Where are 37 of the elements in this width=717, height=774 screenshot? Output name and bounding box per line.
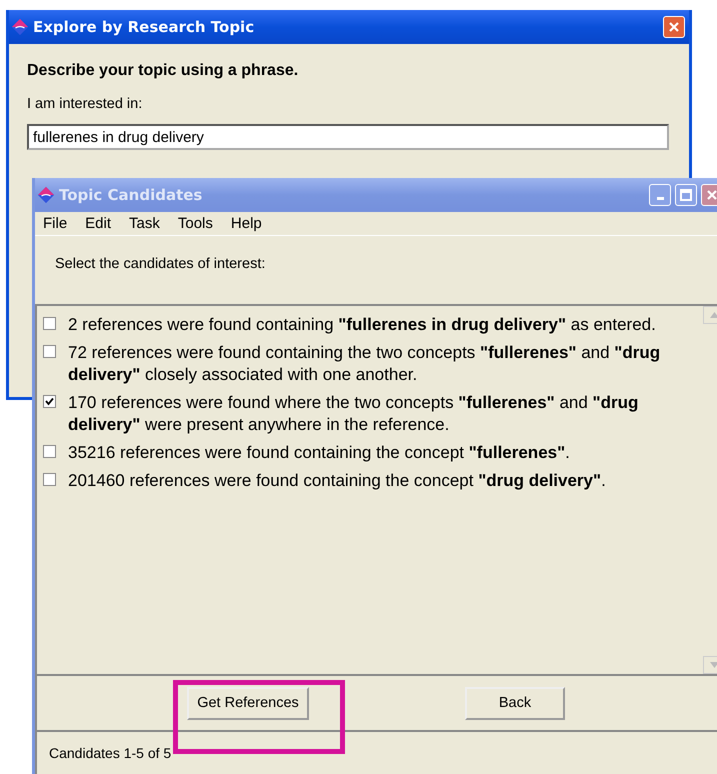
window-title: Explore by Research Topic [33,18,256,36]
menu-item[interactable]: Help [230,215,262,232]
topic-input-field[interactable]: fullerenes in drug delivery [27,124,669,150]
menu-item[interactable]: Task [129,215,160,232]
down-arrow-icon [710,662,717,668]
checkbox[interactable] [43,473,56,486]
menu-item[interactable]: Tools [178,215,213,232]
maximize-button[interactable] [675,184,697,206]
close-icon [706,189,717,201]
checkbox[interactable] [43,345,56,358]
candidate-text: 170 references were found where the two concepts "fullerenes" and "drug delivery" were present anywhere in the reference. [68,392,640,436]
diamond-logo-icon [11,18,29,36]
checkbox[interactable] [43,445,56,458]
up-arrow-icon [710,312,717,318]
candidate-text: 201460 references were found containing the concept "drug delivery". [68,470,607,492]
candidate-text: 2 references were found containing "fullerenes in drug delivery" as entered. [68,314,657,336]
close-button[interactable] [701,184,717,206]
diamond-logo-icon [37,186,55,204]
checkbox[interactable] [43,395,56,408]
close-button[interactable] [663,16,685,38]
candidate-text: 72 references were found containing the two concepts "fullerenes" and "drug delivery" closely associated with one another. [68,342,662,386]
status-text: Candidates 1-5 of 5 [49,745,172,761]
minimize-icon [656,197,664,200]
window-title: Topic Candidates [59,186,204,204]
menu-item[interactable]: Edit [85,215,112,232]
maximize-icon [680,189,692,201]
close-icon [668,21,680,33]
checkbox[interactable] [43,317,56,330]
checkmark-icon [45,397,54,406]
get-references-button[interactable]: Get References [187,686,309,720]
field-label: I am interested in: [27,96,142,112]
minimize-button[interactable] [649,184,671,206]
menu-item[interactable]: File [43,215,68,232]
heading-text: Describe your topic using a phrase. [27,62,298,80]
candidate-text: 35216 references were found containing the concept "fullerenes". [68,442,571,464]
back-button[interactable]: Back [465,686,565,720]
instruction-text: Select the candidates of interest: [55,256,266,272]
